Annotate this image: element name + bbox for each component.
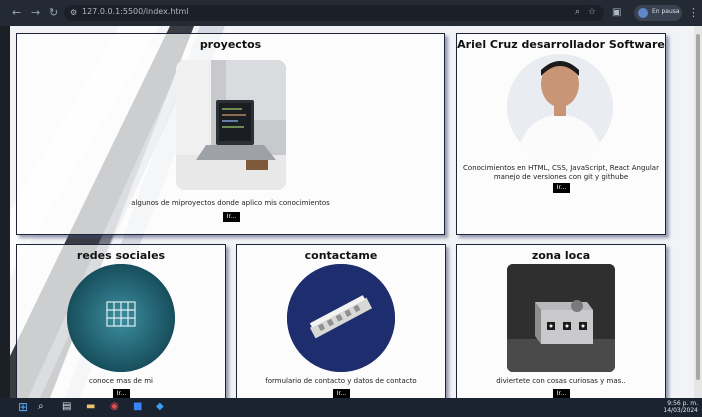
card-proyectos: proyectos algunos de miproyectos donde a…	[16, 33, 445, 235]
avatar	[638, 8, 648, 18]
extensions-icon[interactable]: ▣	[612, 7, 621, 18]
card-description: formulario de contacto y datos de contac…	[265, 377, 417, 385]
os-taskbar: ⊞ ⌕ ▤ ▬ ◉ ■ ◆ 9:56 p. m. 14/03/2024	[0, 398, 702, 417]
laptop-photo	[176, 60, 286, 190]
bookmark-star-icon[interactable]: ☆	[588, 7, 596, 17]
vscode-icon[interactable]: ◆	[156, 401, 164, 412]
chrome-icon[interactable]: ◉	[110, 401, 119, 412]
menu-kebab-icon[interactable]: ⋮	[688, 6, 699, 19]
gamecube-photo	[507, 264, 615, 372]
card-title: zona loca	[531, 249, 591, 262]
system-clock[interactable]: 9:56 p. m. 14/03/2024	[663, 400, 698, 414]
url-text[interactable]: 127.0.0.1:5500/index.html	[82, 7, 189, 16]
card-description-line1: Conocimientos en HTML, CSS, JavaScript, …	[463, 164, 659, 172]
card-description: diviertete con cosas curiosas y mas..	[496, 377, 626, 385]
reload-icon[interactable]: ↻	[49, 7, 58, 19]
file-explorer-icon[interactable]: ▬	[86, 401, 95, 412]
redes-go-button[interactable]: Ir...	[113, 389, 130, 398]
card-title: redes sociales	[76, 249, 166, 262]
aerial-photo	[67, 264, 175, 372]
clock-date: 14/03/2024	[663, 407, 698, 414]
forward-icon[interactable]: →	[31, 7, 40, 19]
card-title: proyectos	[199, 38, 262, 51]
contacto-go-button[interactable]: Ir...	[333, 389, 350, 398]
word-icon[interactable]: ■	[133, 401, 142, 412]
search-icon[interactable]: ⌕	[38, 401, 44, 412]
card-about: Ariel Cruz desarrollador Software Conoci…	[456, 33, 666, 235]
card-contactame: contactame formulario de contacto y dato…	[236, 244, 446, 398]
about-go-button[interactable]: Ir...	[553, 183, 570, 193]
zoom-icon[interactable]: ⌕	[575, 7, 580, 17]
browser-toolbar: ← → ↻ ⚙ 127.0.0.1:5500/index.html ⌕ ☆ ▣ …	[0, 0, 702, 26]
card-zona-loca: zona loca diviertete con cosas curiosas …	[456, 244, 666, 398]
site-info-icon[interactable]: ⚙	[70, 8, 77, 17]
card-description: conoce mas de mi	[89, 377, 153, 385]
scrollbar-thumb[interactable]	[696, 34, 700, 380]
zona-go-button[interactable]: Ir...	[553, 389, 570, 398]
contact-photo	[287, 264, 395, 372]
card-title: Ariel Cruz desarrollador Software	[457, 38, 665, 51]
card-description: algunos de miproyectos donde aplico mis …	[131, 199, 330, 207]
proyectos-go-button[interactable]: Ir...	[223, 212, 240, 222]
card-redes-sociales: redes sociales conoce mas de mi Ir...	[16, 244, 226, 398]
task-view-icon[interactable]: ▤	[62, 401, 71, 412]
page-viewport: proyectos algunos de miproyectos donde a…	[10, 26, 694, 398]
window-edge	[0, 26, 10, 398]
card-title: contactame	[304, 249, 378, 262]
windows-start-icon[interactable]: ⊞	[18, 400, 28, 414]
profile-label: En pausa	[652, 8, 680, 15]
profile-button[interactable]: En pausa	[634, 5, 682, 21]
profile-photo	[507, 54, 613, 160]
clock-time: 9:56 p. m.	[667, 400, 698, 407]
card-description-line2: manejo de versiones con git y githube	[493, 173, 629, 181]
vertical-scrollbar[interactable]	[694, 26, 702, 398]
address-bar[interactable]: ⚙ 127.0.0.1:5500/index.html ⌕ ☆	[64, 5, 604, 21]
back-icon[interactable]: ←	[12, 7, 21, 19]
